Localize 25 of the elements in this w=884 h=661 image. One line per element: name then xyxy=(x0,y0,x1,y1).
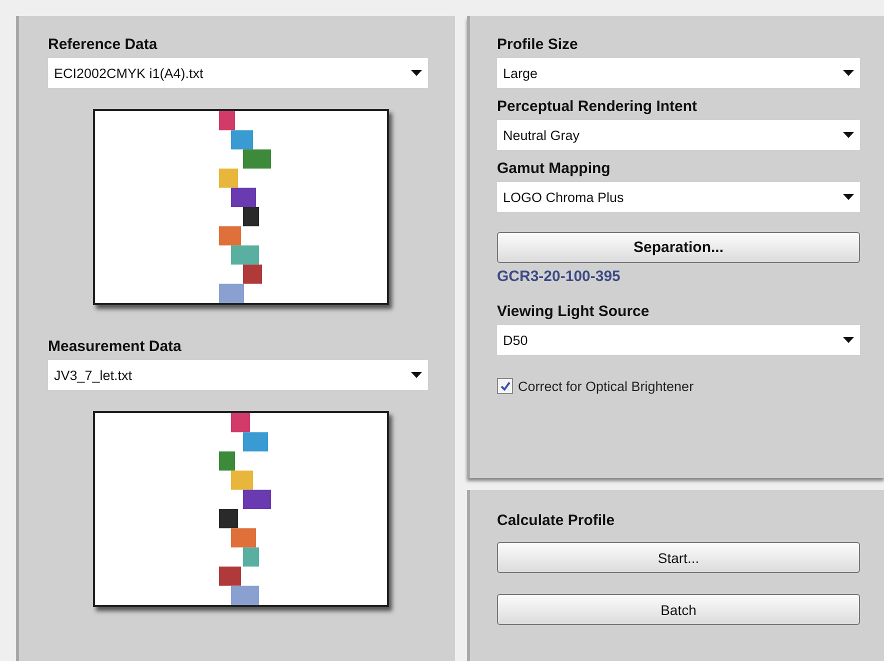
action-button[interactable]: Start... xyxy=(497,542,860,573)
separation-button[interactable]: Separation... xyxy=(497,232,860,263)
action-button[interactable]: Batch xyxy=(497,594,860,625)
dropdown-arrow-icon xyxy=(843,194,854,200)
file-dropdown[interactable]: JV3_7_let.txt xyxy=(48,360,428,390)
checkbox-label: Correct for Optical Brightener xyxy=(518,378,694,394)
file-dropdown[interactable]: ECI2002CMYK i1(A4).txt xyxy=(48,58,428,88)
dropdown-arrow-icon xyxy=(843,336,854,344)
field-label: Perceptual Rendering Intent xyxy=(497,98,698,115)
option-dropdown[interactable]: LOGO Chroma Plus xyxy=(497,182,860,212)
field-label: Profile Size xyxy=(497,36,579,53)
field-label: Gamut Mapping xyxy=(497,160,612,177)
section-label: Reference Data xyxy=(48,36,158,53)
dropdown-arrow-icon xyxy=(843,70,854,76)
section-label: Measurement Data xyxy=(48,338,182,355)
option-dropdown[interactable]: Large xyxy=(497,58,860,88)
option-dropdown[interactable]: Neutral Gray xyxy=(497,120,860,150)
separation-link[interactable]: GCR3-20-100-395 xyxy=(497,268,864,285)
dropdown-arrow-icon xyxy=(411,372,422,378)
option-dropdown[interactable]: D50 xyxy=(497,325,860,355)
field-label: Viewing Light Source xyxy=(497,303,650,320)
checkbox[interactable] xyxy=(497,378,513,394)
panel-title: Calculate Profile xyxy=(497,512,616,529)
dropdown-arrow-icon xyxy=(411,70,422,76)
dropdown-arrow-icon xyxy=(843,132,854,138)
